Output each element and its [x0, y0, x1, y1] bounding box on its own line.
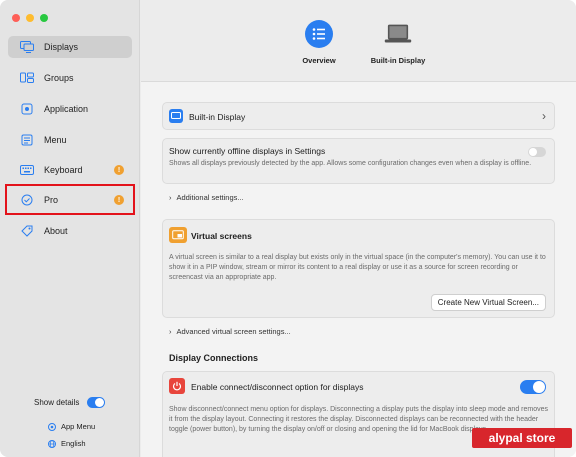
virtual-screens-card: Virtual screens A virtual screen is simi…	[162, 219, 555, 318]
sidebar-item-label: Keyboard	[44, 165, 83, 175]
displays-icon	[20, 40, 34, 54]
language-label: English	[61, 439, 86, 448]
display-connections-title: Display Connections	[169, 353, 259, 363]
application-icon	[20, 102, 34, 116]
zoom-button[interactable]	[40, 14, 48, 22]
laptop-icon	[384, 20, 412, 48]
virtual-screens-title: Virtual screens	[191, 231, 252, 241]
advanced-virtual-settings-disclosure[interactable]: › Advanced virtual screen settings...	[169, 327, 291, 336]
sidebar-item-keyboard[interactable]: Keyboard !	[8, 159, 132, 181]
close-button[interactable]	[12, 14, 20, 22]
window-controls	[12, 14, 48, 22]
sidebar-item-label: Displays	[44, 42, 79, 52]
additional-settings-disclosure[interactable]: › Additional settings...	[169, 193, 244, 202]
sidebar-item-about[interactable]: About	[8, 220, 132, 242]
app-menu-label: App Menu	[61, 422, 96, 431]
show-details-toggle[interactable]	[87, 397, 106, 408]
watermark: alypal store	[472, 428, 572, 448]
sidebar-item-label: Application	[44, 104, 89, 114]
show-details-label: Show details	[34, 398, 80, 407]
tab-label: Overview	[302, 56, 336, 65]
globe-icon	[48, 439, 56, 448]
sidebar-item-label: Groups	[44, 73, 74, 83]
keyboard-icon	[20, 163, 34, 177]
additional-settings-label: Additional settings...	[176, 193, 244, 202]
pro-indicator-icon: !	[114, 165, 124, 175]
tab-built-in-display[interactable]: Built-in Display	[358, 20, 438, 65]
offline-displays-toggle[interactable]	[528, 147, 546, 157]
list-icon	[305, 20, 333, 48]
built-in-display-label: Built-in Display	[189, 112, 246, 122]
toolbar: Overview Built-in Display	[141, 0, 576, 82]
display-icon	[169, 109, 183, 123]
virtual-screen-icon	[169, 227, 187, 243]
enable-connect-title: Enable connect/disconnect option for dis…	[191, 382, 364, 392]
sidebar-item-groups[interactable]: Groups	[8, 67, 132, 89]
advanced-virtual-settings-label: Advanced virtual screen settings...	[176, 327, 291, 336]
offline-displays-title: Show currently offline displays in Setti…	[169, 146, 326, 156]
pro-highlight-box	[5, 184, 135, 215]
main-content: Overview Built-in Display Built-in Displ…	[141, 0, 576, 457]
sidebar-item-displays[interactable]: Displays	[8, 36, 132, 58]
sidebar: Displays Groups Application Menu Keyboar	[0, 0, 140, 457]
power-icon	[169, 378, 185, 394]
built-in-display-row[interactable]: Built-in Display ›	[162, 102, 555, 130]
sidebar-item-menu[interactable]: Menu	[8, 129, 132, 151]
app-menu-icon	[48, 422, 56, 431]
about-tag-icon	[20, 224, 34, 238]
app-menu-link[interactable]: App Menu	[48, 422, 95, 431]
offline-displays-row: Show currently offline displays in Setti…	[162, 138, 555, 184]
enable-connect-toggle[interactable]	[520, 380, 546, 394]
sidebar-item-application[interactable]: Application	[8, 98, 132, 120]
groups-icon	[20, 71, 34, 85]
virtual-screens-description: A virtual screen is similar to a real di…	[169, 254, 546, 281]
app-window: Displays Groups Application Menu Keyboar	[0, 0, 576, 457]
show-details-control: Show details	[34, 397, 106, 408]
chevron-right-icon: ›	[169, 193, 172, 202]
create-virtual-screen-button[interactable]: Create New Virtual Screen...	[430, 294, 546, 311]
sidebar-item-label: About	[44, 226, 68, 236]
chevron-right-icon: ›	[542, 109, 546, 123]
tab-label: Built-in Display	[370, 56, 426, 65]
offline-displays-description: Shows all displays previously detected b…	[169, 160, 532, 167]
chevron-right-icon: ›	[169, 327, 172, 336]
tab-overview[interactable]: Overview	[279, 20, 359, 65]
sidebar-item-label: Menu	[44, 135, 67, 145]
language-selector[interactable]: English	[48, 439, 86, 448]
minimize-button[interactable]	[26, 14, 34, 22]
menu-icon	[20, 133, 34, 147]
